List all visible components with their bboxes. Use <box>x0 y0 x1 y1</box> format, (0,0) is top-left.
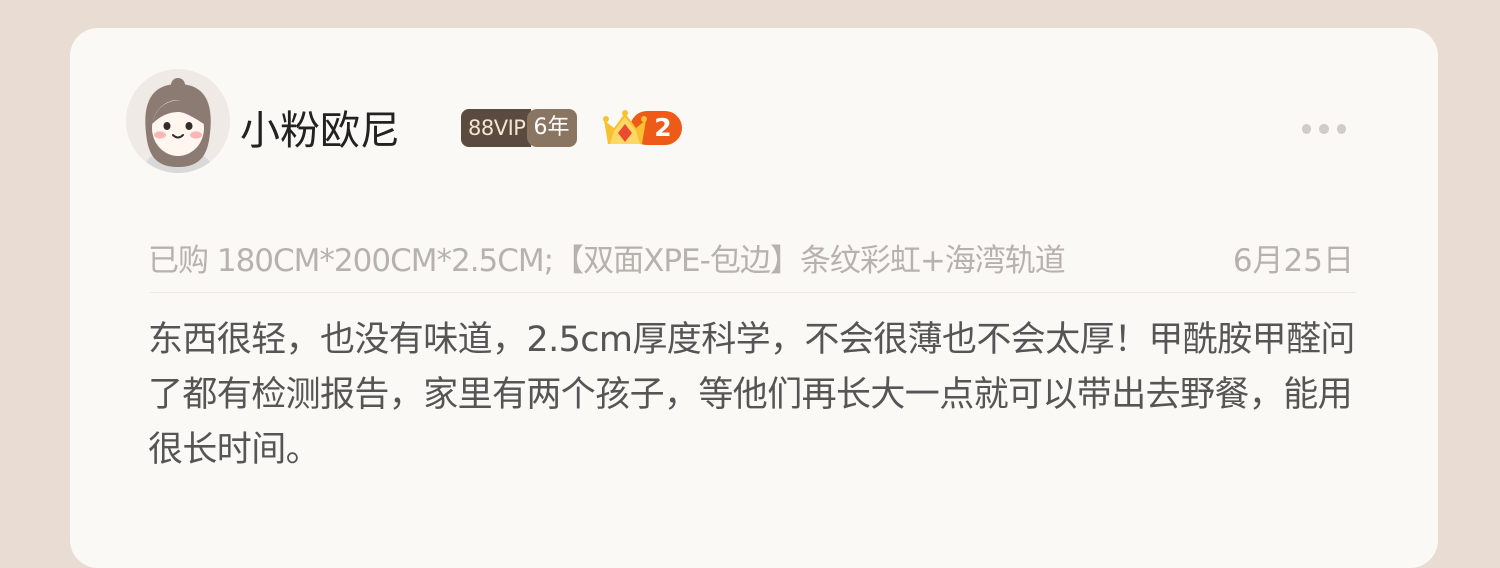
vip-label: 88VIP <box>461 109 532 147</box>
more-dot <box>1336 124 1346 134</box>
more-icon[interactable] <box>1302 121 1346 137</box>
divider <box>150 292 1356 293</box>
more-dot <box>1319 124 1329 134</box>
vip-badge: 88VIP 6年 <box>461 109 578 147</box>
review-date: 6月25日 <box>1232 243 1354 279</box>
review-card: 小粉欧尼 88VIP 6年 2 已购 180CM*200CM*2.5CM;【双面… <box>70 28 1438 568</box>
crown-icon <box>603 110 647 144</box>
review-text: 东西很轻，也没有味道，2.5cm厚度科学，不会很薄也不会太厚！甲酰胺甲醛问了都有… <box>148 320 1355 470</box>
avatar[interactable] <box>126 69 230 173</box>
level-number: 2 <box>654 113 672 142</box>
purchased-sku: 已购 180CM*200CM*2.5CM;【双面XPE-包边】条纹彩虹+海湾轨道 <box>148 243 1066 279</box>
more-dot <box>1302 124 1312 134</box>
crown-level-badge: 2 <box>602 109 682 149</box>
avatar-icon <box>126 69 230 173</box>
vip-years: 6年 <box>527 109 578 147</box>
username[interactable]: 小粉欧尼 <box>240 103 400 159</box>
